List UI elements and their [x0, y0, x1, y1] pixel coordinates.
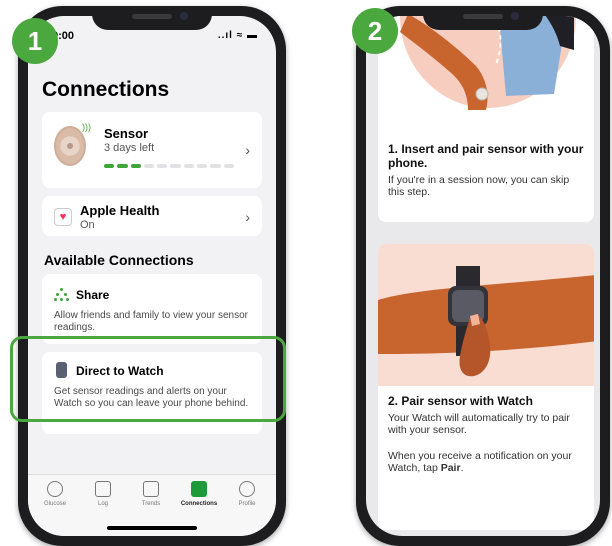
- signal-icon: ))): [82, 122, 91, 132]
- section-title: Available Connections: [44, 252, 194, 268]
- step-1-panel: 1. Insert and pair sensor with your phon…: [378, 16, 594, 222]
- chevron-right-icon: ›: [245, 209, 250, 225]
- step-2-text: Your Watch will automatically try to pai…: [388, 412, 570, 436]
- sensor-days-left: 3 days left: [104, 142, 155, 154]
- page-title: Connections: [42, 78, 170, 101]
- tab-label: Connections: [180, 501, 218, 507]
- share-description: Allow friends and family to view your se…: [54, 310, 248, 333]
- status-bar: 9:00 ..ıl ≈ ▬: [52, 30, 258, 44]
- step-2-panel: 2. Pair sensor with Watch Your Watch wil…: [378, 244, 594, 530]
- pairing-steps-screen: 1. Insert and pair sensor with your phon…: [366, 16, 600, 536]
- glucose-icon: [47, 481, 63, 497]
- tab-connections[interactable]: Connections: [176, 481, 222, 507]
- step-2-title: 2. Pair sensor with Watch: [388, 394, 533, 408]
- insert-sensor-illustration: [378, 16, 594, 126]
- tab-trends[interactable]: Trends: [128, 481, 174, 507]
- sensor-card[interactable]: ))) Sensor 3 days left ›: [42, 112, 262, 188]
- apple-health-status: On: [80, 219, 95, 231]
- tab-label: Log: [97, 501, 108, 507]
- phone-notch: [92, 6, 212, 30]
- direct-to-watch-highlight: [10, 336, 286, 422]
- tab-label: Trends: [141, 501, 161, 507]
- tab-log[interactable]: Log: [80, 481, 126, 507]
- log-icon: [95, 481, 111, 497]
- step-2-instruction-suffix: .: [460, 462, 464, 474]
- step-1-text: If you're in a session now, you can skip…: [388, 174, 570, 198]
- pair-keyword: Pair: [440, 462, 461, 474]
- tab-profile[interactable]: Profile: [224, 481, 270, 507]
- step-2-instruction-prefix: When you receive a notification on your …: [388, 450, 572, 474]
- tab-label: Glucose: [43, 501, 66, 507]
- heart-icon: ♥: [54, 208, 72, 226]
- phone-notch: [423, 6, 543, 30]
- apple-health-name: Apple Health: [80, 203, 160, 218]
- sensor-image: [54, 126, 86, 166]
- apple-health-card[interactable]: ♥ Apple Health On ›: [42, 196, 262, 236]
- phone-pairing-steps: 1. Insert and pair sensor with your phon…: [356, 6, 610, 546]
- wrist-watch-illustration: [378, 266, 594, 377]
- tab-glucose[interactable]: Glucose: [32, 481, 78, 507]
- sensor-progress-bar: [104, 164, 234, 168]
- connections-icon: [191, 481, 207, 497]
- share-icon: [54, 288, 70, 302]
- connections-screen: 9:00 ..ıl ≈ ▬ Connections ))) Sensor 3 d…: [28, 16, 276, 536]
- tab-bar: Glucose Log Trends Connections Profile: [28, 474, 276, 536]
- arm-with-sensor-illustration: [400, 16, 576, 110]
- phone-connections: 9:00 ..ıl ≈ ▬ Connections ))) Sensor 3 d…: [18, 6, 286, 546]
- share-name: Share: [76, 288, 110, 302]
- step-2-badge: 2: [352, 8, 398, 54]
- step-1-title: 1. Insert and pair sensor with your phon…: [388, 142, 584, 170]
- profile-icon: [239, 481, 255, 497]
- share-card[interactable]: Share Allow friends and family to view y…: [42, 274, 262, 344]
- status-icons: ..ıl ≈ ▬: [217, 30, 258, 41]
- tab-label: Profile: [238, 501, 256, 507]
- pair-watch-illustration: [378, 244, 594, 386]
- sensor-name: Sensor: [104, 126, 149, 141]
- step-2-instruction: When you receive a notification on your …: [388, 450, 586, 474]
- step-1-badge: 1: [12, 18, 58, 64]
- home-indicator: [107, 526, 197, 530]
- trends-icon: [143, 481, 159, 497]
- chevron-right-icon: ›: [245, 142, 250, 158]
